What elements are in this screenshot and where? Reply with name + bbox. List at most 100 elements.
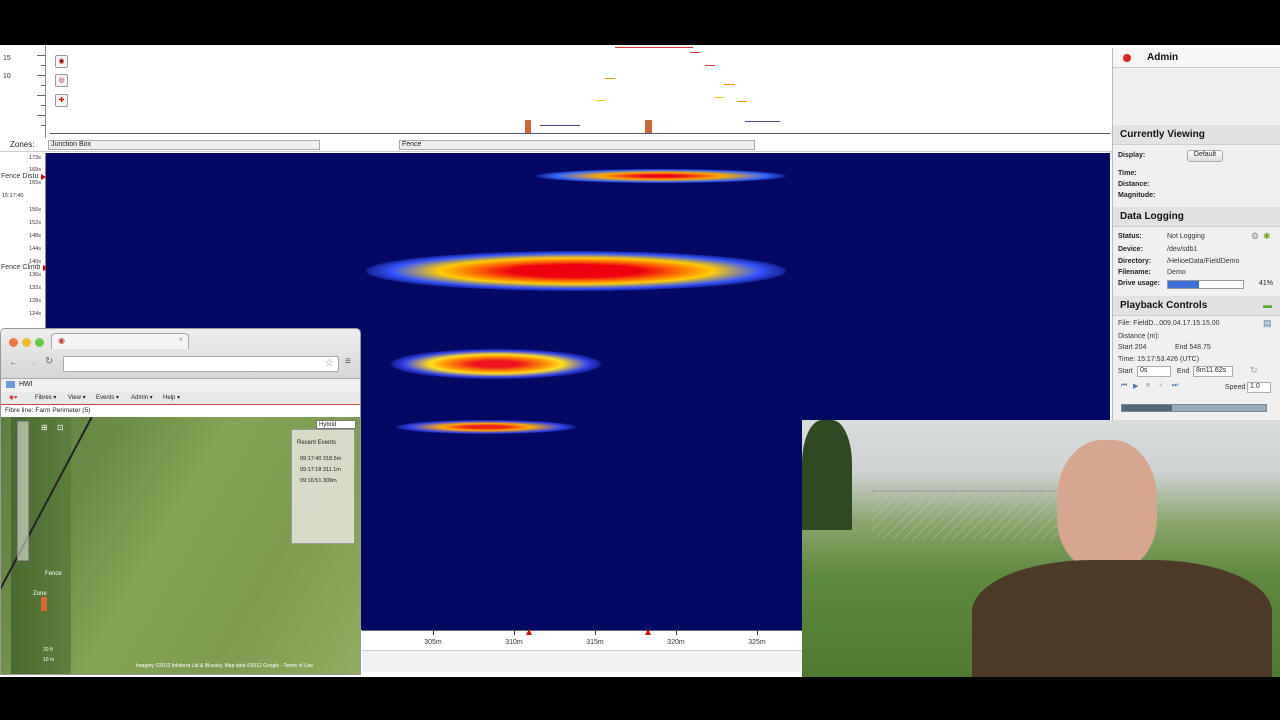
fence-alarm-marker-icon: [645, 120, 652, 133]
magnifier-icon: ◎: [58, 77, 65, 84]
device-value: /dev/sdb1: [1167, 246, 1198, 253]
zone-fence[interactable]: Fence: [399, 140, 755, 150]
event-item[interactable]: 09:16:51 309m: [300, 478, 337, 484]
menu-icon[interactable]: ≡: [345, 356, 351, 367]
playback-file: File: FieldD...009.04.17.15.15.00: [1118, 320, 1220, 327]
browser-tab[interactable]: ◉ ×: [51, 333, 189, 349]
play-icon[interactable]: ▶: [1133, 382, 1138, 390]
open-file-icon[interactable]: ▤: [1263, 318, 1272, 329]
event-item[interactable]: 09:17:18 311.1m: [300, 467, 341, 473]
gear-icon[interactable]: ⚙: [1251, 231, 1259, 242]
start-time-label: Start: [1118, 368, 1133, 375]
amplitude-trace: 15 10 ◉ ◎ ✚: [0, 45, 1112, 138]
reload-icon[interactable]: ↻: [45, 356, 53, 367]
y-tick: 156s: [29, 207, 41, 213]
zoom-in-button[interactable]: ◉: [55, 55, 68, 68]
alarm-label-fence-climb[interactable]: Fence Climb: [1, 264, 49, 271]
add-marker-button[interactable]: ✚: [55, 94, 68, 107]
user-header: Admin: [1113, 48, 1280, 68]
display-select[interactable]: Default: [1187, 150, 1223, 162]
menu-help[interactable]: Help ▾: [163, 394, 180, 401]
y-tick: 152s: [29, 220, 41, 226]
app-window: 15 10 ◉ ◎ ✚ Zones: Junction Box Fence 17…: [0, 45, 1280, 677]
skip-forward-icon[interactable]: ⏭: [1172, 382, 1178, 390]
video-tree: [802, 420, 852, 530]
y-tick: 128s: [29, 298, 41, 304]
speed-label: Speed: [1225, 384, 1246, 391]
device-label: Device:: [1118, 246, 1143, 253]
end-time-field[interactable]: 8m11.62s: [1193, 366, 1233, 377]
currently-viewing-title: Currently Viewing: [1113, 125, 1280, 145]
map-credit: Imagery ©2012 Infoterra Ltd & Bluesky, M…: [136, 663, 313, 669]
skip-back-icon[interactable]: ⏮: [1121, 382, 1127, 390]
filename-label: Filename:: [1118, 269, 1151, 276]
distance-label: Distance:: [1118, 181, 1150, 188]
event-item[interactable]: 09:17:40 318.5m: [300, 456, 341, 462]
display-label: Display:: [1118, 152, 1146, 159]
fence-alarm-marker-icon: [525, 120, 531, 133]
stop-icon[interactable]: ■: [1146, 382, 1150, 389]
recent-events-panel: Recent Events 09:17:40 318.5m 09:17:18 3…: [291, 429, 355, 544]
directory-label: Directory:: [1118, 258, 1152, 265]
start-time-field[interactable]: 0s: [1137, 366, 1171, 377]
data-logging-title: Data Logging: [1113, 207, 1280, 227]
time-label: Time:: [1118, 170, 1137, 177]
map-type-select[interactable]: Hybrid: [316, 420, 356, 429]
menu-fibres[interactable]: Fibres ▾: [35, 394, 56, 401]
address-bar[interactable]: ☆: [63, 356, 339, 372]
back-icon[interactable]: ←: [9, 357, 19, 368]
bookmark-hwi[interactable]: HWI: [19, 381, 33, 388]
maximize-window-button[interactable]: [35, 338, 44, 347]
menu-admin[interactable]: Admin ▾: [131, 394, 153, 401]
magnitude-label: Magnitude:: [1118, 192, 1156, 199]
minimize-window-button[interactable]: [22, 338, 31, 347]
zoom-slider[interactable]: [17, 421, 29, 561]
x-tick: 320m: [667, 639, 685, 646]
app-logo-icon: ◉▾: [9, 395, 18, 401]
x-tick: 315m: [586, 639, 604, 646]
x-tick: 305m: [424, 639, 442, 646]
menu-view[interactable]: View ▾: [68, 394, 86, 401]
status-label: Status:: [1118, 233, 1142, 240]
star-icon[interactable]: ☆: [325, 358, 334, 369]
close-tab-icon[interactable]: ×: [178, 335, 183, 344]
event-trace: [366, 251, 786, 291]
zone-junction-box[interactable]: Junction Box: [48, 140, 320, 150]
alarm-pin-icon[interactable]: [41, 597, 47, 611]
recent-events-title: Recent Events: [297, 440, 337, 446]
horizontal-scrollbar[interactable]: [362, 650, 802, 672]
scale-m: 10 m: [43, 657, 55, 663]
ruler-label: 15: [3, 55, 11, 62]
speed-field[interactable]: 1.0: [1247, 382, 1271, 393]
user-name[interactable]: Admin: [1147, 52, 1178, 63]
y-tick: 132s: [29, 285, 41, 291]
record-icon[interactable]: ✱: [1263, 231, 1271, 242]
drive-usage-label: Drive usage:: [1118, 280, 1161, 287]
playback-slider[interactable]: [1121, 404, 1267, 412]
folder-icon: [6, 381, 15, 388]
forward-icon[interactable]: →: [27, 357, 37, 368]
event-trace: [396, 420, 576, 434]
menu-events[interactable]: Events ▾: [96, 394, 119, 401]
pause-icon[interactable]: ⏸: [1159, 382, 1163, 390]
video-presenter-head: [1057, 440, 1157, 570]
zoom-out-button[interactable]: ◎: [55, 74, 68, 87]
y-tick: 144s: [29, 246, 41, 252]
alarm-label-fence-disturbance[interactable]: Fence Distu: [1, 173, 47, 180]
y-tick: 165s: [29, 180, 41, 186]
close-window-button[interactable]: [9, 338, 18, 347]
browser-titlebar: ◉ × ← → ↻ ☆ ≡: [1, 329, 360, 379]
plus-icon: ✚: [58, 97, 65, 104]
x-tick: 310m: [505, 639, 523, 646]
end-time-label: End: [1177, 368, 1190, 375]
satellite-map[interactable]: ⊞ ⊡ Fence Zone Hybrid Recent Events 09:1…: [1, 417, 360, 674]
bookmarks-bar: HWI: [1, 379, 360, 392]
scale-ft: 20 ft: [43, 647, 53, 653]
map-tool-icon[interactable]: ⊡: [57, 423, 64, 432]
map-tool-icon[interactable]: ⊞: [41, 423, 48, 432]
app-menubar: ◉▾ Fibres ▾ View ▾ Events ▾ Admin ▾ Help…: [1, 392, 360, 405]
y-tick: 148s: [29, 233, 41, 239]
magnifier-icon: ◉: [58, 58, 65, 65]
refresh-icon[interactable]: ↻: [1250, 365, 1258, 376]
tape-icon[interactable]: ▬: [1263, 300, 1272, 310]
